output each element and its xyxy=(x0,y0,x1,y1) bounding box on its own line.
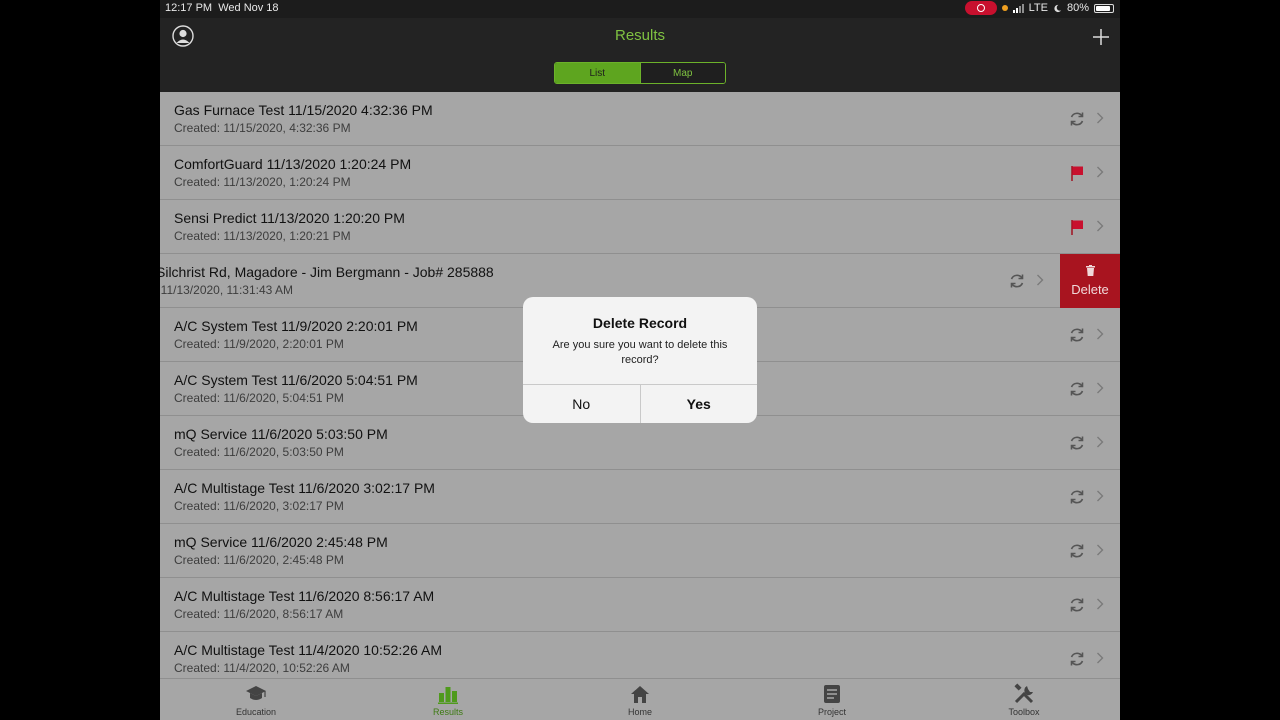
item-title: Silchrist Rd, Magadore - Jim Bergmann - … xyxy=(160,264,494,280)
chevron-right-icon xyxy=(1097,112,1104,124)
list-item[interactable]: ComfortGuard 11/13/2020 1:20:24 PM Create… xyxy=(160,146,1120,200)
dialog-message: Are you sure you want to delete this rec… xyxy=(552,339,728,366)
sync-icon[interactable] xyxy=(1068,380,1086,398)
status-bar: 12:17 PM Wed Nov 18 LTE 80% xyxy=(160,0,1120,18)
tab-project-label: Project xyxy=(817,707,846,717)
status-time: 12:17 PM xyxy=(165,2,213,14)
list-item[interactable]: Gas Furnace Test 11/15/2020 4:32:36 PM Cr… xyxy=(160,92,1120,146)
item-created: Created: 11/6/2020, 5:04:51 PM xyxy=(174,391,344,405)
item-title: Gas Furnace Test 11/15/2020 4:32:36 PM xyxy=(174,102,433,118)
chevron-right-icon xyxy=(1097,544,1104,556)
tab-toolbox[interactable]: Toolbox xyxy=(979,683,1069,717)
tab-bar: Education Results Home Project Toolbox xyxy=(160,678,1120,720)
item-title: ComfortGuard 11/13/2020 1:20:24 PM xyxy=(174,156,412,172)
sync-icon[interactable] xyxy=(1068,542,1086,560)
sync-icon[interactable] xyxy=(1068,596,1086,614)
device-screen: 12:17 PM Wed Nov 18 LTE 80% Results List… xyxy=(160,0,1120,720)
status-time-date: 12:17 PM Wed Nov 18 xyxy=(165,2,279,14)
chevron-right-icon xyxy=(1097,598,1104,610)
flag-icon[interactable] xyxy=(1068,218,1086,236)
page-title: Results xyxy=(614,27,666,44)
mic-indicator-icon xyxy=(1001,5,1008,11)
chevron-right-icon xyxy=(1097,382,1104,394)
item-created: Created: 11/4/2020, 10:52:26 AM xyxy=(174,661,350,675)
delete-action-label: Delete xyxy=(1071,282,1109,297)
item-created: Created: 11/9/2020, 2:20:01 PM xyxy=(174,337,344,351)
segment-list[interactable]: List xyxy=(555,63,640,83)
item-title: A/C Multistage Test 11/4/2020 10:52:26 A… xyxy=(174,642,442,658)
delete-action-button[interactable]: Delete xyxy=(1060,254,1120,308)
list-item[interactable]: Sensi Predict 11/13/2020 1:20:20 PM Creat… xyxy=(160,200,1120,254)
item-title: A/C Multistage Test 11/6/2020 8:56:17 AM xyxy=(174,588,435,604)
battery-icon xyxy=(1094,3,1114,13)
signal-icon xyxy=(1012,3,1024,13)
tab-education[interactable]: Education xyxy=(211,683,301,717)
list-item[interactable]: A/C Multistage Test 11/6/2020 3:02:17 PM… xyxy=(160,470,1120,524)
tab-education-label: Education xyxy=(235,707,277,717)
sync-icon[interactable] xyxy=(1068,488,1086,506)
chevron-right-icon xyxy=(1037,274,1044,286)
tools-icon xyxy=(1014,683,1034,704)
trash-icon xyxy=(1085,265,1095,276)
item-title: A/C System Test 11/9/2020 2:20:01 PM xyxy=(174,318,418,334)
item-title: A/C System Test 11/6/2020 5:04:51 PM xyxy=(174,372,418,388)
add-icon[interactable] xyxy=(1092,28,1110,46)
item-created: : 11/13/2020, 11:31:43 AM xyxy=(160,283,293,297)
network-label: LTE xyxy=(1028,2,1048,14)
segment-map[interactable]: Map xyxy=(639,63,725,83)
document-icon xyxy=(824,685,840,703)
tab-results[interactable]: Results xyxy=(403,683,493,717)
tab-results-label: Results xyxy=(432,707,463,717)
flag-icon[interactable] xyxy=(1068,164,1086,182)
dialog-title: Delete Record xyxy=(592,315,688,331)
status-date: Wed Nov 18 xyxy=(218,2,279,14)
tab-home-label: Home xyxy=(627,707,652,717)
list-item[interactable]: mQ Service 11/6/2020 5:03:50 PM Created: … xyxy=(160,416,1120,470)
view-segmented-control: List Map xyxy=(554,62,726,84)
sync-icon[interactable] xyxy=(1068,110,1086,128)
tab-project[interactable]: Project xyxy=(787,683,877,717)
item-title: Sensi Predict 11/13/2020 1:20:20 PM xyxy=(174,210,405,226)
screen-recording-icon xyxy=(964,1,997,15)
chevron-right-icon xyxy=(1097,328,1104,340)
graduation-cap-icon xyxy=(246,686,266,700)
bar-chart-icon xyxy=(438,687,458,704)
tab-home[interactable]: Home xyxy=(595,683,685,717)
chevron-right-icon xyxy=(1097,166,1104,178)
home-icon xyxy=(631,686,649,703)
item-created: Created: 11/6/2020, 3:02:17 PM xyxy=(174,499,344,513)
sync-icon[interactable] xyxy=(1068,434,1086,452)
moon-icon xyxy=(1054,4,1062,12)
item-created: Created: 11/6/2020, 8:56:17 AM xyxy=(174,607,344,621)
item-created: Created: 11/13/2020, 1:20:24 PM xyxy=(174,175,351,189)
list-item[interactable]: mQ Service 11/6/2020 2:45:48 PM Created: … xyxy=(160,524,1120,578)
yes-button[interactable]: Yes xyxy=(641,385,758,423)
chevron-right-icon xyxy=(1097,490,1104,502)
item-title: mQ Service 11/6/2020 2:45:48 PM xyxy=(174,534,388,550)
tab-toolbox-label: Toolbox xyxy=(1008,707,1040,717)
chevron-right-icon xyxy=(1097,652,1104,664)
list-item[interactable]: A/C Multistage Test 11/6/2020 8:56:17 AM… xyxy=(160,578,1120,632)
item-created: Created: 11/13/2020, 1:20:21 PM xyxy=(174,229,351,243)
item-title: A/C Multistage Test 11/6/2020 3:02:17 PM xyxy=(174,480,435,496)
sync-icon[interactable] xyxy=(1068,326,1086,344)
navigation-bar: Results List Map xyxy=(160,18,1120,92)
no-button[interactable]: No xyxy=(523,385,641,423)
sync-icon[interactable] xyxy=(1008,272,1026,290)
item-created: Created: 11/6/2020, 5:03:50 PM xyxy=(174,445,344,459)
sync-icon[interactable] xyxy=(1068,650,1086,668)
item-title: mQ Service 11/6/2020 5:03:50 PM xyxy=(174,426,388,442)
item-created: Created: 11/6/2020, 2:45:48 PM xyxy=(174,553,344,567)
battery-percent: 80% xyxy=(1066,2,1089,14)
delete-record-dialog: Delete Record Are you sure you want to d… xyxy=(523,297,757,423)
item-created: Created: 11/15/2020, 4:32:36 PM xyxy=(174,121,351,135)
chevron-right-icon xyxy=(1097,220,1104,232)
chevron-right-icon xyxy=(1097,436,1104,448)
